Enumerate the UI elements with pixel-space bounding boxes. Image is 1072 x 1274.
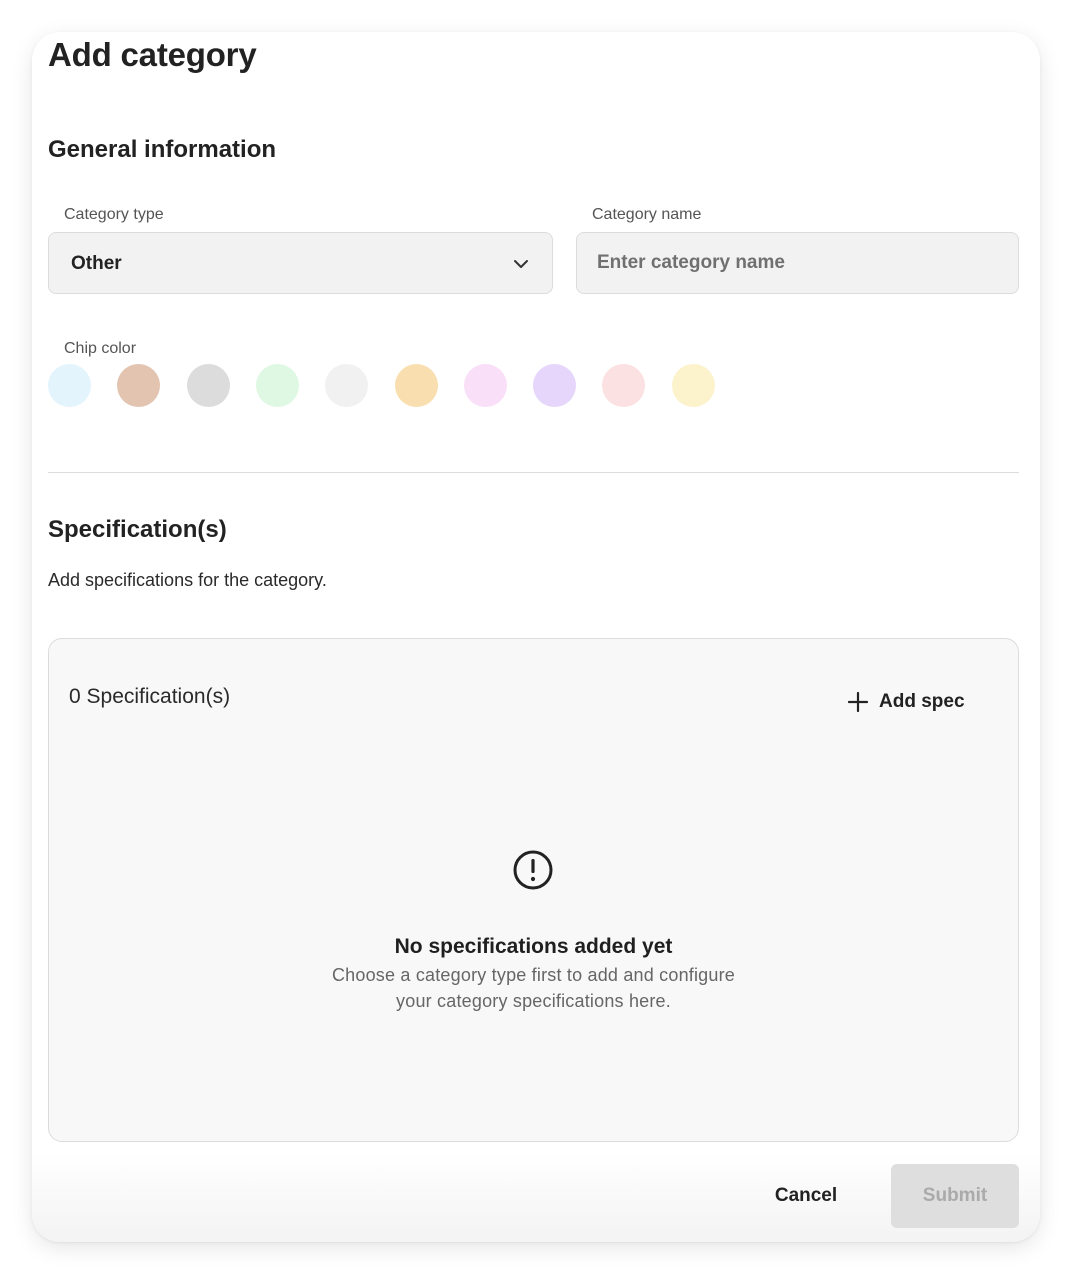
category-type-value: Other (71, 253, 122, 274)
category-type-select[interactable]: Other (48, 232, 553, 294)
add-spec-label: Add spec (879, 691, 965, 712)
specifications-count: 0 Specification(s) (69, 685, 231, 708)
chip-color-swatch[interactable] (672, 364, 715, 407)
add-spec-button[interactable]: Add spec (847, 687, 965, 717)
chip-color-swatch[interactable] (464, 364, 507, 407)
dialog-title: Add category (48, 36, 257, 73)
category-name-label: Category name (592, 206, 702, 223)
chip-color-swatch[interactable] (256, 364, 299, 407)
chip-color-swatch[interactable] (48, 364, 91, 407)
chip-color-swatch[interactable] (325, 364, 368, 407)
submit-button[interactable]: Submit (891, 1164, 1019, 1228)
empty-state-title: No specifications added yet (394, 935, 673, 958)
chip-color-swatch[interactable] (117, 364, 160, 407)
section-divider (48, 472, 1019, 473)
cancel-button[interactable]: Cancel (756, 1164, 856, 1228)
specifications-panel: 0 Specification(s) Add spec No specifica… (48, 638, 1019, 1142)
chip-color-swatch[interactable] (187, 364, 230, 407)
empty-state-description-line2: your category specifications here. (396, 991, 671, 1011)
chip-color-label: Chip color (64, 340, 137, 357)
plus-icon (847, 691, 869, 713)
specifications-heading: Specification(s) (48, 516, 227, 543)
chip-color-swatch[interactable] (602, 364, 645, 407)
general-information-heading: General information (48, 136, 277, 163)
category-name-input[interactable] (576, 232, 1019, 294)
chevron-down-icon (514, 260, 528, 268)
empty-state-description-line1: Choose a category type first to add and … (331, 965, 736, 985)
chip-color-swatch[interactable] (395, 364, 438, 407)
exclamation-circle-icon (513, 850, 553, 890)
chip-color-swatch[interactable] (533, 364, 576, 407)
category-type-label: Category type (64, 206, 164, 223)
specifications-description: Add specifications for the category. (48, 570, 327, 590)
add-category-dialog: Add category General information Categor… (32, 32, 1040, 1242)
